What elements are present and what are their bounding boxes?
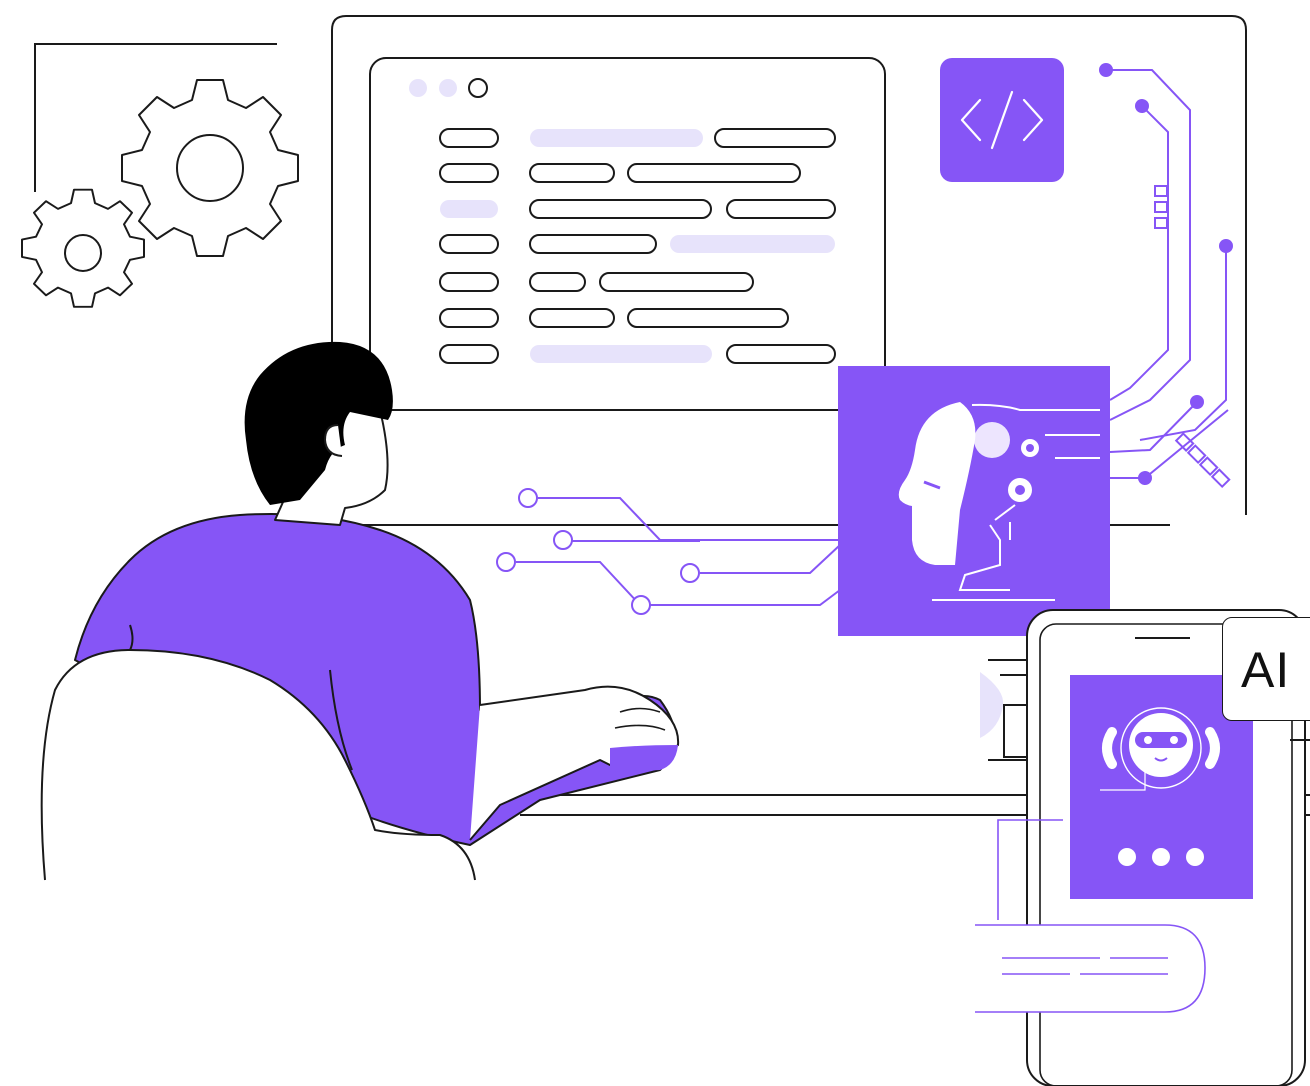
- ai-development-illustration: [21, 15, 1310, 1086]
- ai-head-icon: [838, 366, 1110, 636]
- code-icon: [940, 58, 1064, 182]
- mouse-pad: [980, 672, 1004, 738]
- ai-badge: AI: [1222, 617, 1310, 721]
- gear-icon: [121, 79, 299, 257]
- code-window: [369, 57, 886, 411]
- small-gear-icon: [21, 188, 145, 308]
- chat-bubble: [975, 924, 1206, 1013]
- typing-dots-icon: [1118, 848, 1204, 866]
- ai-badge-label: AI: [1241, 642, 1291, 698]
